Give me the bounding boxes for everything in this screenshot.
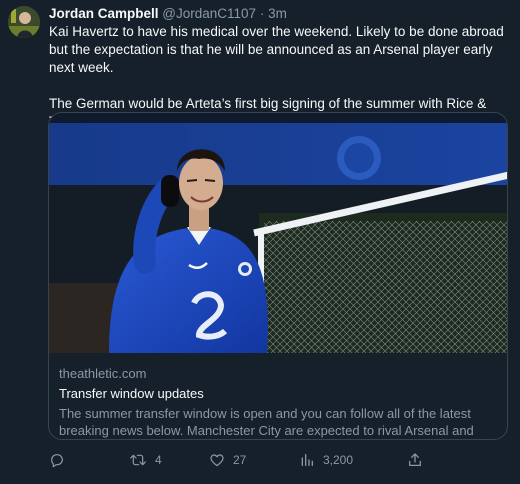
avatar-image: [8, 6, 40, 38]
card-domain: theathletic.com: [59, 366, 147, 381]
tweet-paragraph: Kai Havertz to have his medical over the…: [49, 24, 504, 75]
avatar[interactable]: [8, 6, 40, 38]
reply-icon: [51, 454, 63, 468]
card-meta: theathletic.com Transfer window updates …: [59, 365, 499, 439]
views-count: 3,200: [323, 453, 354, 467]
tweet-header: Jordan Campbell @JordanC1107 · 3m: [49, 6, 287, 22]
share-button[interactable]: [407, 450, 431, 470]
retweet-button[interactable]: 4: [129, 450, 162, 470]
like-count: 27: [233, 453, 247, 467]
card-title[interactable]: Transfer window updates: [59, 385, 499, 402]
views-icon: [301, 454, 313, 466]
card-image[interactable]: [49, 113, 507, 353]
reply-button[interactable]: [49, 450, 73, 470]
like-button[interactable]: 27: [209, 450, 246, 470]
football-player-photo: [49, 113, 507, 353]
heart-icon: [210, 454, 224, 467]
author-handle[interactable]: @JordanC1107: [162, 6, 256, 21]
author-name[interactable]: Jordan Campbell: [49, 6, 159, 21]
separator-dot: ·: [259, 6, 265, 21]
views-button[interactable]: 3,200: [299, 450, 353, 470]
card-description: The summer transfer window is open and y…: [59, 406, 474, 438]
retweet-count: 4: [155, 453, 162, 467]
link-card[interactable]: theathletic.com Transfer window updates …: [48, 112, 508, 440]
retweet-icon: [130, 454, 146, 466]
tweet[interactable]: Jordan Campbell @JordanC1107 · 3m Kai Ha…: [0, 0, 520, 484]
tweet-actions: 4 27 3,200: [49, 450, 469, 470]
share-icon: [409, 453, 421, 466]
tweet-timestamp[interactable]: 3m: [268, 6, 287, 21]
